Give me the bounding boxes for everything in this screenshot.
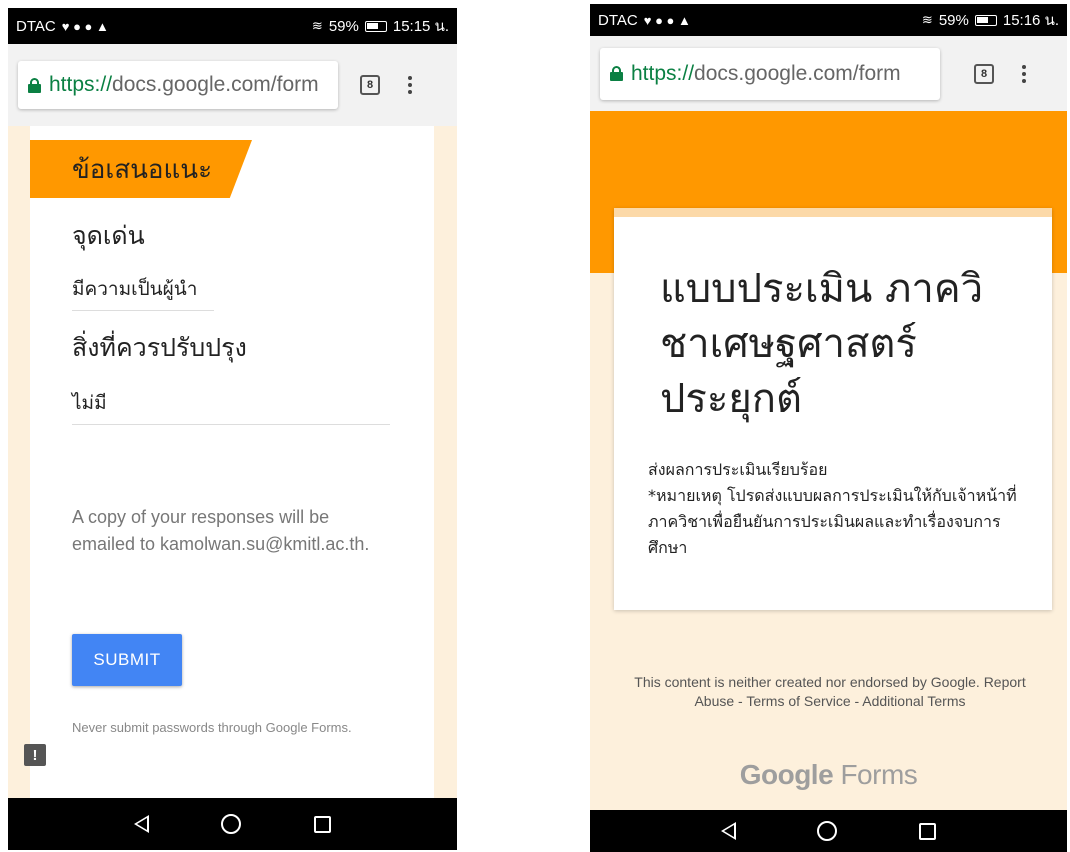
left-phone-screen: DTAC ♥ ● ● ▲ ≋ 59% 15:15 น. https:// doc… <box>8 0 457 852</box>
lock-icon <box>28 77 41 93</box>
confirmation-card: แบบประเมิน ภาควิชาเศษฐศาสตร์ประยุกต์ ส่ง… <box>614 208 1052 610</box>
address-bar[interactable]: https:// docs.google.com/form <box>600 47 940 100</box>
tab-switcher-button[interactable]: 8 <box>360 75 380 95</box>
password-warning: Never submit passwords through Google Fo… <box>72 720 352 735</box>
overflow-menu-icon[interactable] <box>1022 64 1026 83</box>
notification-icons: ♥ ● ● ▲ <box>61 18 109 34</box>
back-icon[interactable] <box>720 822 736 840</box>
overflow-menu-icon[interactable] <box>408 76 412 94</box>
carrier-name: DTAC <box>598 11 638 29</box>
logo-product: Forms <box>833 759 918 790</box>
url-scheme: https:// <box>49 73 113 96</box>
question-label-improvements: สิ่งที่ควรปรับปรุง <box>72 333 247 362</box>
google-disclaimer[interactable]: This content is neither created nor endo… <box>630 673 1030 711</box>
confirmation-note: *หมายเหตุ โปรดส่งแบบผลการประเมินให้กับเจ… <box>648 486 1017 557</box>
report-feedback-icon[interactable]: ! <box>24 744 46 766</box>
recent-apps-icon[interactable] <box>919 822 937 840</box>
confirmation-line: ส่งผลการประเมินเรียบร้อย <box>648 460 828 479</box>
email-copy-note: A copy of your responses will be emailed… <box>72 507 370 554</box>
status-bar: DTAC ♥ ● ● ▲ ≋ 59% 15:16 น. <box>590 4 1067 36</box>
right-phone-screen: DTAC ♥ ● ● ▲ ≋ 59% 15:16 น. https:// doc… <box>590 0 1067 852</box>
submit-button[interactable]: SUBMIT <box>72 634 182 686</box>
wifi-icon: ≋ <box>311 18 323 33</box>
android-nav-bar <box>590 810 1067 852</box>
notification-icons: ♥ ● ● ▲ <box>643 12 691 28</box>
wifi-icon: ≋ <box>921 12 933 27</box>
address-bar[interactable]: https:// docs.google.com/form <box>18 61 338 109</box>
form-card: ข้อเสนอแนะ จุดเด่น มีความเป็นผู้นำ สิ่งท… <box>30 126 434 798</box>
clock: 15:16 น. <box>1002 12 1059 29</box>
browser-toolbar: https:// docs.google.com/form 8 <box>8 44 457 126</box>
lock-icon <box>610 66 623 81</box>
section-title: ข้อเสนอแนะ <box>30 140 252 198</box>
form-title: แบบประเมิน ภาควิชาเศษฐศาสตร์ประยุกต์ <box>660 266 984 422</box>
url-scheme: https:// <box>631 61 695 85</box>
battery-icon <box>364 20 387 32</box>
android-nav-bar <box>8 798 457 850</box>
clock: 15:15 น. <box>392 18 449 35</box>
status-bar: DTAC ♥ ● ● ▲ ≋ 59% 15:15 น. <box>8 8 457 44</box>
url-host: docs.google.com/form <box>112 73 319 96</box>
battery-percent: 59% <box>328 17 359 35</box>
back-icon[interactable] <box>134 815 150 833</box>
answer-field-improvements[interactable]: ไม่มี <box>72 388 390 425</box>
home-icon[interactable] <box>221 814 242 834</box>
form-page: ข้อเสนอแนะ จุดเด่น มีความเป็นผู้นำ สิ่งท… <box>8 126 457 798</box>
recent-apps-icon[interactable] <box>313 815 331 833</box>
confirmation-page: แบบประเมิน ภาควิชาเศษฐศาสตร์ประยุกต์ ส่ง… <box>590 111 1067 810</box>
battery-icon <box>974 14 997 26</box>
google-forms-logo: Google Forms <box>590 759 1067 791</box>
battery-percent: 59% <box>938 11 969 29</box>
home-icon[interactable] <box>817 821 838 841</box>
carrier-name: DTAC <box>16 17 56 35</box>
question-label-strengths: จุดเด่น <box>72 221 145 250</box>
answer-field-strengths[interactable]: มีความเป็นผู้นำ <box>72 274 214 311</box>
logo-brand: Google <box>739 759 834 790</box>
url-host: docs.google.com/form <box>694 61 901 85</box>
confirmation-message: ส่งผลการประเมินเรียบร้อย *หมายเหตุ โปรดส… <box>648 457 1028 561</box>
browser-toolbar: https:// docs.google.com/form 8 <box>590 36 1067 111</box>
tab-switcher-button[interactable]: 8 <box>974 63 994 84</box>
